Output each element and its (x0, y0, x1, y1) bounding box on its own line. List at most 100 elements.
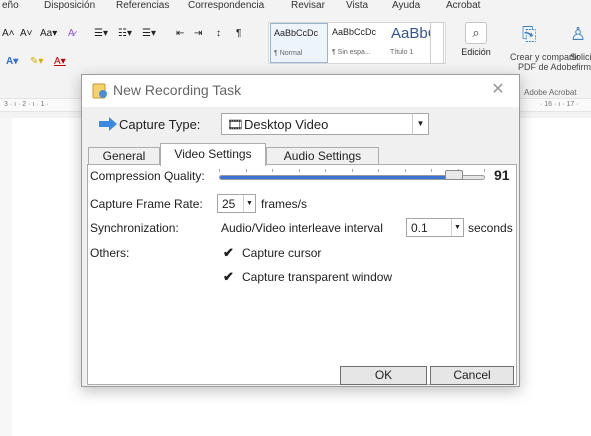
compression-row: Compression Quality: 91 (90, 167, 516, 187)
close-icon[interactable]: ✕ (487, 79, 509, 101)
menu-item-referencias[interactable]: Referencias (116, 0, 169, 11)
capture-type-select[interactable]: 🎞 Desktop Video ▼ (221, 113, 429, 135)
compression-label: Compression Quality: (90, 169, 205, 183)
edicion-button[interactable]: ⌕ Edición (456, 22, 496, 57)
ruler-left-ticks: 3 · ı · 2 · ı · 1 · (4, 101, 49, 108)
compression-slider-fill (220, 176, 460, 179)
capture-cursor-label: Capture cursor (242, 246, 322, 260)
slider-tick (219, 169, 220, 172)
style-normal[interactable]: AaBbCcDc ¶ Normal (270, 23, 328, 63)
sync-description: Audio/Video interleave interval (221, 221, 383, 235)
pdf-share-icon: ⎘ (522, 24, 537, 44)
font-color-icon[interactable]: A▾ (54, 56, 66, 67)
others-row: Others: ✔ Capture cursor (90, 243, 516, 265)
adobe-request-label: Solicitar (570, 52, 591, 62)
slider-tick (352, 169, 353, 172)
new-recording-task-dialog: New Recording Task ✕ Capture Type: 🎞 Des… (81, 74, 520, 387)
recorder-app-icon (92, 83, 107, 99)
sync-unit: seconds (468, 221, 513, 235)
arrow-right-icon (99, 117, 117, 131)
dialog-title: New Recording Task (113, 82, 242, 98)
pilcrow-icon[interactable]: ¶ (236, 28, 241, 39)
ribbon-menu-bar: eño Disposición Referencias Corresponden… (0, 0, 591, 16)
compression-value: 91 (494, 167, 510, 183)
styles-gallery: AaBbCcDc ¶ Normal AaBbCcDc ¶ Sin espa...… (268, 22, 446, 64)
adobe-request-label-2: firmas (576, 62, 591, 72)
sync-interval-value: 0.1 (411, 221, 428, 235)
ruler-right-ticks: · 16 · ı · 17 · (540, 101, 579, 108)
slider-tick (246, 169, 247, 172)
frame-rate-select[interactable]: 25 ▼ (217, 194, 256, 213)
menu-item-revisar[interactable]: Revisar (291, 0, 325, 11)
capture-type-label: Capture Type: (119, 117, 201, 132)
menu-item-vista[interactable]: Vista (346, 0, 368, 11)
capture-type-value: Desktop Video (244, 117, 329, 132)
capture-transparent-checkbox[interactable]: ✔ (223, 270, 237, 284)
tab-audio-settings[interactable]: Audio Settings (266, 147, 379, 165)
numbering-icon[interactable]: ☷▾ (118, 28, 132, 39)
style-name: Título 1 (390, 49, 414, 56)
sort-icon[interactable]: ↕ (216, 28, 221, 39)
capture-cursor-checkbox[interactable]: ✔ (223, 246, 237, 260)
menu-item-ayuda[interactable]: Ayuda (392, 0, 420, 11)
frame-rate-unit: frames/s (261, 197, 308, 211)
sync-interval-select[interactable]: 0.1 ▼ (406, 218, 464, 237)
chevron-down-icon[interactable]: ▼ (243, 195, 255, 212)
dialog-body: Capture Type: 🎞 Desktop Video ▼ General … (82, 107, 519, 386)
menu-item-diseno[interactable]: eño (2, 0, 19, 11)
slider-tick (325, 169, 326, 172)
slider-tick (405, 169, 406, 172)
transparent-row: ✔ Capture transparent window (90, 267, 516, 289)
frame-rate-label: Capture Frame Rate: (90, 197, 203, 211)
chevron-down-icon[interactable]: ▼ (412, 114, 428, 134)
adobe-create-label-2: PDF de Adobe (518, 62, 577, 72)
font-format-toolbar: A˄ A˅ Aa▾ A̷ ☰▾ ☷▾ ☰▾ ⇤ ⇥ ↕ ¶ (0, 22, 260, 48)
ok-button[interactable]: OK (340, 366, 427, 385)
styles-scroll-button[interactable] (430, 22, 444, 64)
shrink-font-icon[interactable]: A˅ (20, 28, 33, 39)
decrease-indent-icon[interactable]: ⇤ (176, 28, 184, 39)
signature-icon: ♙ (570, 24, 587, 44)
grow-font-icon[interactable]: A˄ (2, 28, 15, 39)
change-case-icon[interactable]: Aa▾ (40, 28, 57, 39)
style-sample: AaBbCcDc (332, 27, 377, 37)
text-effects-icon[interactable]: A▾ (6, 56, 18, 67)
tab-video-settings[interactable]: Video Settings (160, 143, 266, 166)
adobe-group-label: Adobe Acrobat (524, 88, 577, 97)
menu-item-correspondencia[interactable]: Correspondencia (188, 0, 264, 11)
style-sin-espacio[interactable]: AaBbCcDc ¶ Sin espa... (329, 23, 387, 63)
video-settings-panel: Compression Quality: 91 Capture Frame Ra… (87, 164, 517, 385)
sync-label: Synchronization: (90, 221, 179, 235)
dialog-titlebar[interactable]: New Recording Task ✕ (82, 75, 519, 107)
style-name: ¶ Normal (274, 50, 303, 57)
bullets-icon[interactable]: ☰▾ (94, 28, 108, 39)
increase-indent-icon[interactable]: ⇥ (194, 28, 202, 39)
slider-tick (484, 169, 485, 172)
style-titulo-1[interactable]: AaBbC( Título 1 (387, 23, 444, 63)
cancel-button[interactable]: Cancel (430, 366, 514, 385)
frame-rate-row: Capture Frame Rate: 25 ▼ frames/s (90, 193, 516, 215)
slider-tick (299, 169, 300, 172)
settings-tabs: General Video Settings Audio Settings (87, 143, 517, 166)
sync-row: Synchronization: Audio/Video interleave … (90, 217, 516, 239)
slider-tick (378, 169, 379, 172)
menu-item-disposicion[interactable]: Disposición (44, 0, 95, 11)
style-name: ¶ Sin espa... (332, 49, 371, 56)
others-label: Others: (90, 246, 130, 260)
capture-type-row: Capture Type: 🎞 Desktop Video ▼ (99, 113, 429, 137)
chevron-down-icon[interactable]: ▼ (451, 219, 463, 236)
highlight-icon[interactable]: ✎▾ (30, 56, 43, 67)
slider-tick (431, 169, 432, 172)
search-icon: ⌕ (465, 22, 487, 44)
menu-item-acrobat[interactable]: Acrobat (446, 0, 480, 11)
multilevel-list-icon[interactable]: ☰▾ (142, 28, 156, 39)
tab-general[interactable]: General (88, 147, 160, 165)
compression-slider-thumb[interactable] (445, 170, 463, 180)
edicion-label: Edición (461, 47, 491, 57)
film-icon: 🎞 (227, 117, 244, 132)
clear-format-icon[interactable]: A̷ (68, 28, 75, 39)
frame-rate-value: 25 (222, 197, 236, 211)
capture-transparent-label: Capture transparent window (242, 270, 393, 284)
style-sample: AaBbCcDc (274, 28, 319, 38)
slider-tick (272, 169, 273, 172)
